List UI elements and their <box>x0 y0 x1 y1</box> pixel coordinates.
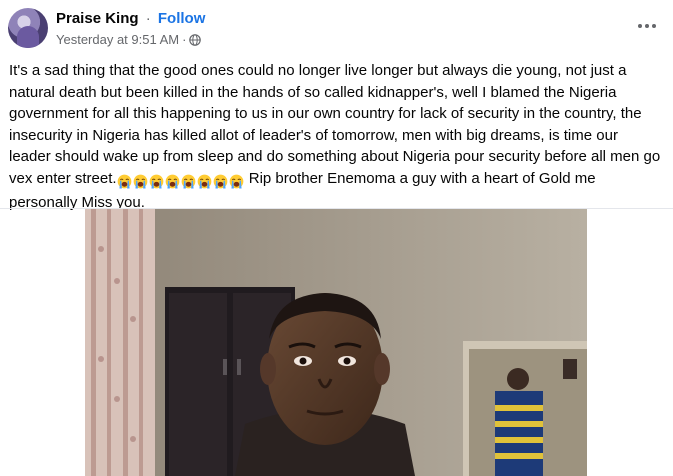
photo-scene <box>85 209 587 476</box>
loudly-crying-face-icon <box>181 174 195 189</box>
loudly-crying-face-icon <box>213 174 227 189</box>
follow-button[interactable]: Follow <box>158 10 206 27</box>
loudly-crying-face-icon <box>229 174 243 189</box>
post-timestamp[interactable]: Yesterday at 9:51 AM <box>56 32 179 47</box>
post-body: It's a sad thing that the good ones coul… <box>9 60 661 214</box>
loudly-crying-face-icon <box>197 174 211 189</box>
loudly-crying-face-icon <box>133 174 147 189</box>
author-avatar[interactable] <box>8 8 48 48</box>
globe-icon[interactable] <box>189 33 202 46</box>
loudly-crying-face-icon <box>165 174 179 189</box>
name-separator: · <box>145 10 151 27</box>
meta-separator: · <box>182 32 187 47</box>
more-options-icon[interactable] <box>633 14 661 38</box>
post-photo[interactable] <box>85 209 587 476</box>
author-name[interactable]: Praise King <box>56 10 139 27</box>
loudly-crying-face-icon <box>149 174 163 189</box>
post-header: Praise King · Follow Yesterday at 9:51 A… <box>8 8 665 50</box>
post-meta: Yesterday at 9:51 AM · <box>56 32 202 47</box>
loudly-crying-face-icon <box>117 174 131 189</box>
author-line: Praise King · Follow <box>56 10 205 27</box>
post-text-main: It's a sad thing that the good ones coul… <box>9 62 665 187</box>
emoji-row <box>117 171 245 193</box>
